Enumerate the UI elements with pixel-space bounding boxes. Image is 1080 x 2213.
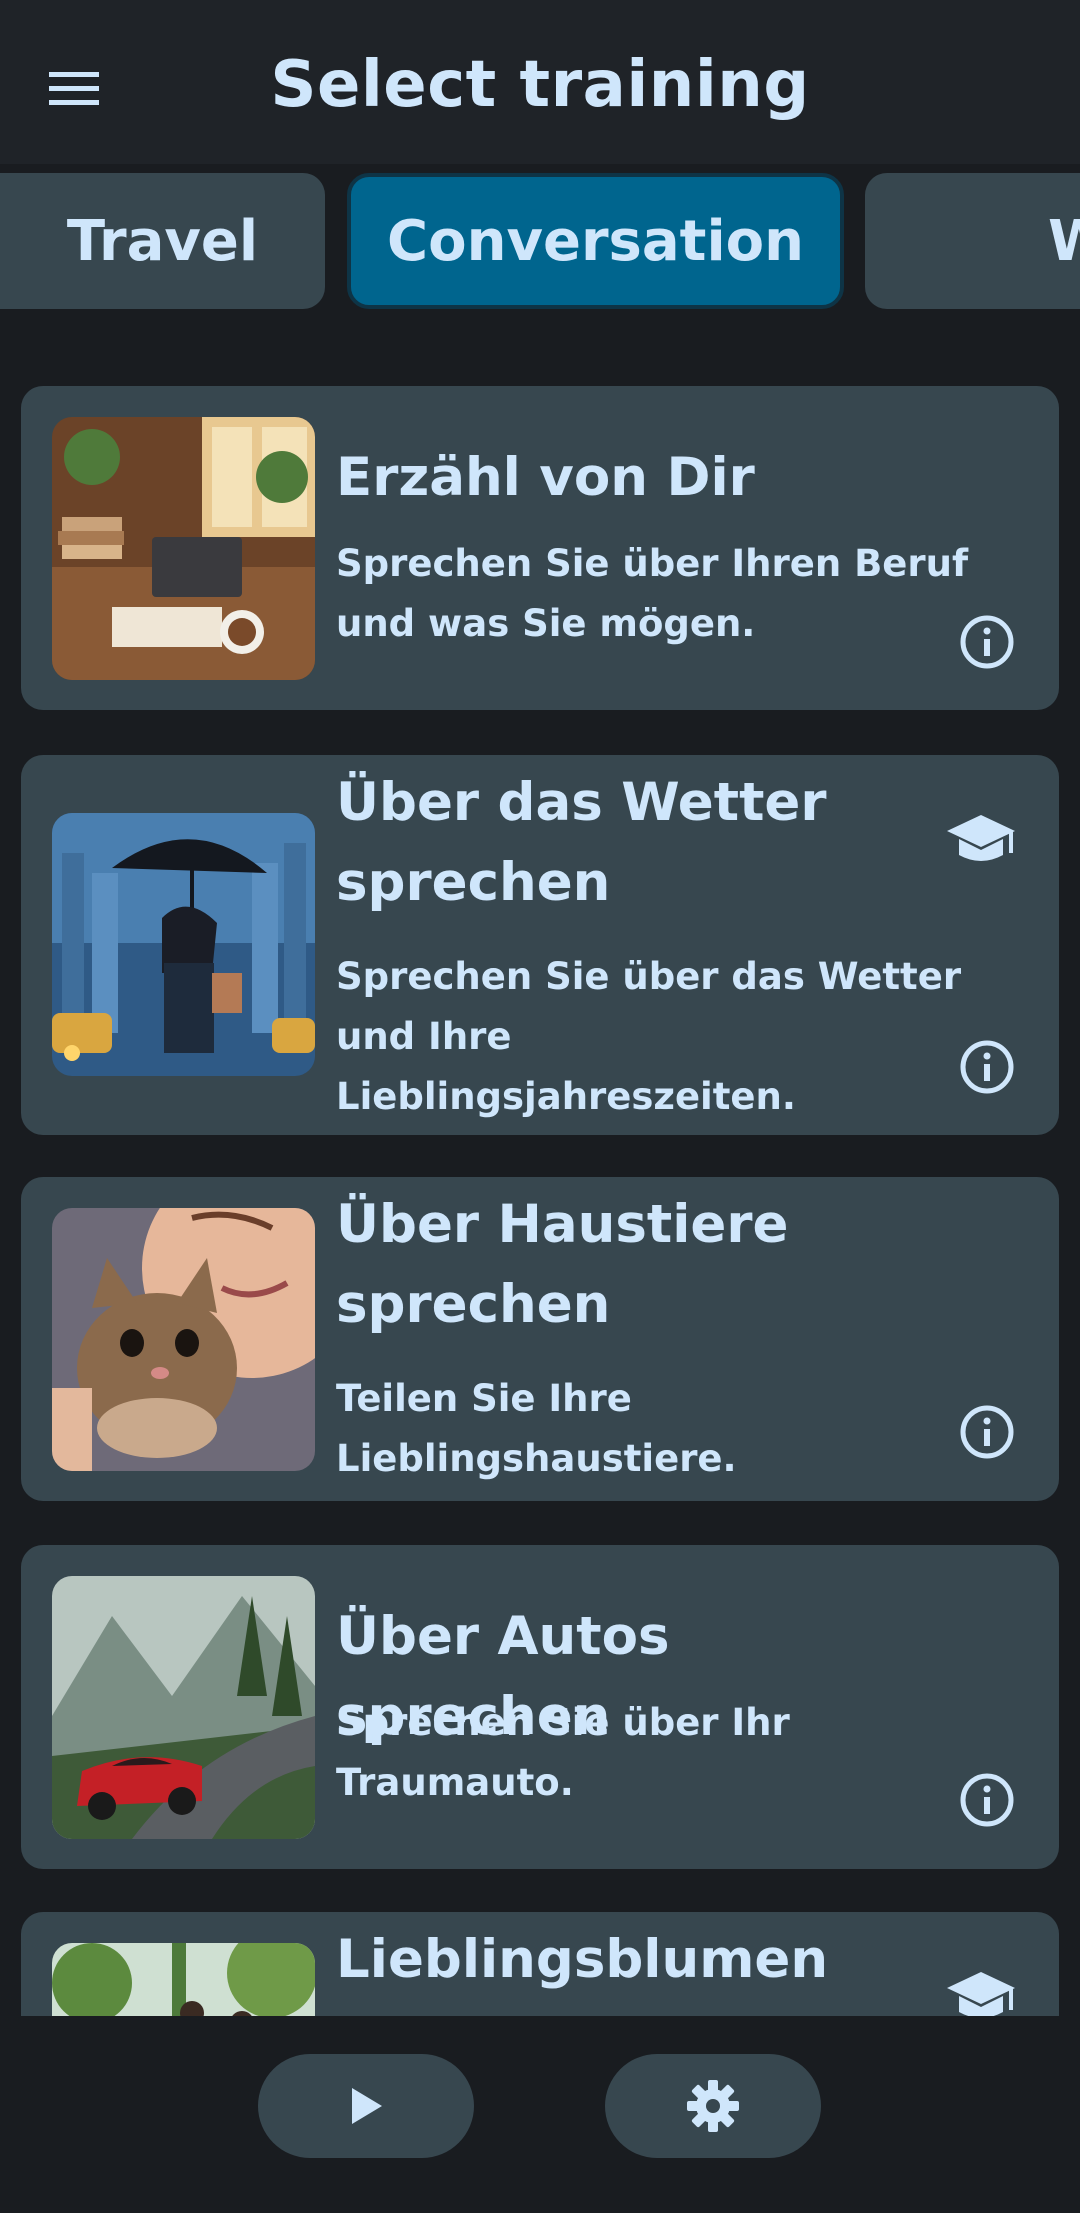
training-image: [52, 417, 315, 680]
graduation-cap-icon: [947, 815, 1015, 861]
gear-icon: [687, 2080, 739, 2132]
training-title: Über Haustiere sprechen: [336, 1194, 789, 1335]
settings-button[interactable]: [605, 2054, 821, 2158]
tab-label: Conversation: [387, 208, 804, 274]
training-list: Erzähl von Dir Sprechen Sie über Ihren B…: [0, 320, 1080, 2016]
info-icon[interactable]: [954, 609, 1020, 675]
training-card[interactable]: Über das Wetter sprechen Sprechen Sie üb…: [21, 755, 1059, 1135]
app-bar: Select training: [0, 0, 1080, 164]
training-card[interactable]: Über Autos sprechen Sprechen Sie über Ih…: [21, 1545, 1059, 1869]
training-image: [52, 1208, 315, 1471]
training-image: [52, 1943, 315, 2016]
play-button[interactable]: [258, 2054, 474, 2158]
info-icon[interactable]: [954, 1034, 1020, 1100]
info-icon[interactable]: [954, 1767, 1020, 1833]
training-description: Teilen Sie Ihre Lieblingshaustiere.: [336, 1377, 737, 1480]
training-description: Sprechen Sie über das Wetter und Ihre Li…: [336, 955, 962, 1118]
bottom-bar: [0, 2016, 1080, 2213]
training-image: [52, 813, 315, 1076]
training-card[interactable]: Erzähl von Dir Sprechen Sie über Ihren B…: [21, 386, 1059, 710]
play-icon: [352, 2088, 382, 2124]
training-description: Sprechen Sie über Ihren Beruf und was Si…: [336, 542, 969, 645]
tab-label: W: [1048, 208, 1080, 274]
training-title: Über das Wetter sprechen: [336, 772, 827, 913]
tab-next[interactable]: W: [865, 173, 1080, 309]
training-card[interactable]: Lieblingsblumen: [21, 1912, 1059, 2016]
category-tabs: Travel Conversation W: [0, 173, 1080, 311]
training-image: [52, 1576, 315, 1839]
training-card[interactable]: Über Haustiere sprechen Teilen Sie Ihre …: [21, 1177, 1059, 1501]
training-description: Sprechen Sie über Ihr Traumauto.: [336, 1701, 790, 1804]
training-title: Lieblingsblumen: [336, 1929, 829, 1990]
tab-label: Travel: [66, 208, 259, 274]
info-icon[interactable]: [954, 1399, 1020, 1465]
training-title: Erzähl von Dir: [336, 447, 755, 508]
page-title: Select training: [270, 48, 810, 122]
tab-conversation[interactable]: Conversation: [347, 173, 844, 309]
tab-travel[interactable]: Travel: [0, 173, 325, 309]
graduation-cap-icon: [947, 1972, 1015, 2016]
